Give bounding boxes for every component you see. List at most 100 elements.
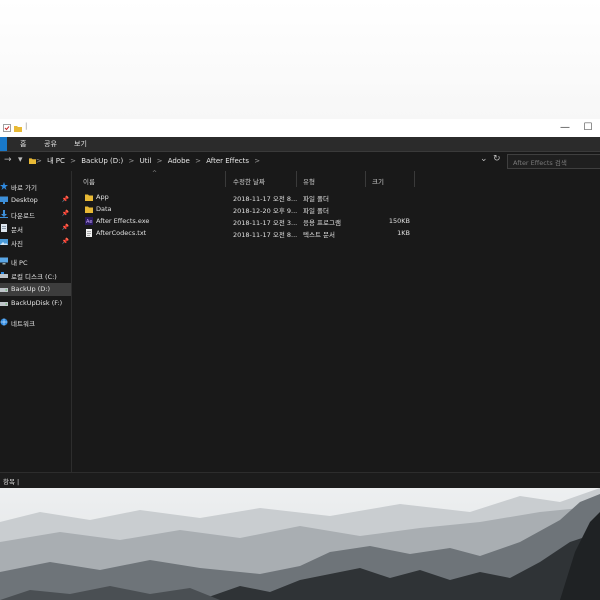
nav-item-label: BackUpDisk (F:) bbox=[11, 299, 63, 307]
status-bar: 항목 | bbox=[0, 472, 600, 488]
file-list: ^ 이름 수정한 날짜 유형 크기 App 2018-11-17 오전 8...… bbox=[74, 170, 600, 472]
address-bar[interactable]: > 내 PC > BackUp (D:) > Util > Adobe > Af… bbox=[28, 154, 492, 168]
file-tab[interactable] bbox=[0, 137, 7, 151]
column-header-size[interactable]: 크기 bbox=[372, 176, 384, 186]
drive-icon bbox=[0, 272, 8, 278]
breadcrumb-separator: > bbox=[128, 157, 135, 165]
file-row[interactable]: AfterCodecs.txt 2018-11-17 오전 8... 텍스트 문… bbox=[74, 228, 454, 240]
picture-icon bbox=[0, 239, 8, 245]
file-name: Data bbox=[96, 205, 112, 213]
file-name: AfterCodecs.txt bbox=[96, 229, 147, 237]
download-icon bbox=[0, 210, 8, 218]
nav-item-downloads[interactable]: 다운로드 📌 bbox=[0, 208, 71, 221]
file-size: 1KB bbox=[397, 229, 410, 237]
nav-item-label: 문서 bbox=[11, 226, 23, 234]
nav-item-documents[interactable]: 문서 📌 bbox=[0, 222, 71, 235]
item-count: 항목 | bbox=[3, 478, 20, 486]
folder-icon bbox=[85, 194, 93, 201]
breadcrumb-separator: > bbox=[254, 157, 261, 165]
nav-item-label: 로컬 디스크 (C:) bbox=[11, 273, 57, 281]
nav-item-desktop[interactable]: Desktop 📌 bbox=[0, 194, 71, 207]
breadcrumb-util[interactable]: Util bbox=[140, 157, 152, 165]
breadcrumb: > 내 PC > BackUp (D:) > Util > Adobe > Af… bbox=[36, 156, 263, 166]
refresh-button[interactable]: ↻ bbox=[493, 154, 501, 164]
pin-icon: 📌 bbox=[61, 196, 69, 203]
exe-icon: Ae bbox=[85, 217, 93, 225]
nav-item-label: 사진 bbox=[11, 240, 23, 248]
breadcrumb-separator: > bbox=[36, 157, 42, 165]
breadcrumb-adobe[interactable]: Adobe bbox=[168, 157, 190, 165]
quick-access-divider: | bbox=[25, 122, 28, 130]
nav-item-backup-d[interactable]: BackUp (D:) bbox=[0, 283, 71, 296]
nav-item-backupdisk-f[interactable]: BackUpDisk (F:) bbox=[0, 297, 71, 310]
properties-icon[interactable] bbox=[3, 124, 11, 132]
file-row[interactable]: App 2018-11-17 오전 8... 파일 폴더 bbox=[74, 192, 454, 204]
file-date: 2018-11-17 오전 3... bbox=[233, 219, 298, 227]
nav-item-pictures[interactable]: 사진 📌 bbox=[0, 236, 71, 249]
file-type: 파일 폴더 bbox=[303, 207, 329, 215]
drive-icon bbox=[0, 302, 8, 306]
folder-icon bbox=[85, 206, 93, 213]
document-icon bbox=[1, 224, 7, 232]
column-header-date[interactable]: 수정한 날짜 bbox=[233, 176, 265, 186]
title-bar: | — ☐ bbox=[0, 119, 600, 137]
file-name: App bbox=[96, 193, 109, 201]
column-header-name[interactable]: 이름 bbox=[83, 176, 95, 186]
recent-locations-button[interactable]: ▾ bbox=[18, 155, 23, 165]
column-divider[interactable] bbox=[225, 171, 226, 187]
tab-home[interactable]: 홈 bbox=[20, 139, 26, 149]
column-divider[interactable] bbox=[296, 171, 297, 187]
breadcrumb-backup-d[interactable]: BackUp (D:) bbox=[81, 157, 123, 165]
pin-icon: 📌 bbox=[61, 238, 69, 245]
nav-item-quick-access[interactable]: 바로 가기 bbox=[0, 180, 71, 193]
new-folder-icon[interactable] bbox=[14, 124, 22, 132]
breadcrumb-after-effects[interactable]: After Effects bbox=[206, 157, 249, 165]
breadcrumb-separator: > bbox=[195, 157, 201, 165]
file-row[interactable]: Data 2018-12-20 오후 9... 파일 폴더 bbox=[74, 204, 454, 216]
file-date: 2018-11-17 오전 8... bbox=[233, 231, 298, 239]
file-size: 150KB bbox=[388, 217, 410, 225]
search-box[interactable]: After Effects 검색 bbox=[507, 154, 600, 169]
mountain-landscape bbox=[0, 482, 600, 600]
file-explorer-window: | — ☐ 홈 공유 보기 → ▾ > 내 PC > BackUp (D:) >… bbox=[0, 119, 600, 488]
address-history-button[interactable]: ⌄ bbox=[480, 154, 488, 164]
pin-icon: 📌 bbox=[61, 210, 69, 217]
nav-item-label: BackUp (D:) bbox=[11, 285, 50, 293]
folder-icon bbox=[29, 158, 36, 164]
forward-button[interactable]: → bbox=[4, 155, 12, 165]
maximize-button[interactable]: ☐ bbox=[581, 121, 595, 135]
nav-item-label: 바로 가기 bbox=[11, 184, 37, 192]
network-icon bbox=[0, 318, 8, 326]
file-type: 응용 프로그램 bbox=[303, 219, 341, 227]
column-header-type[interactable]: 유형 bbox=[303, 176, 315, 186]
address-bar-row: → ▾ > 내 PC > BackUp (D:) > Util > Adobe … bbox=[0, 152, 600, 170]
desktop-icon bbox=[0, 196, 8, 204]
nav-item-network[interactable]: 네트워크 bbox=[0, 316, 71, 329]
column-divider[interactable] bbox=[414, 171, 415, 187]
minimize-button[interactable]: — bbox=[558, 121, 572, 135]
text-file-icon bbox=[86, 229, 92, 237]
breadcrumb-this-pc[interactable]: 내 PC bbox=[47, 157, 65, 165]
computer-icon bbox=[0, 257, 8, 265]
ribbon: 홈 공유 보기 bbox=[0, 137, 600, 152]
file-date: 2018-12-20 오후 9... bbox=[233, 207, 298, 215]
tab-view[interactable]: 보기 bbox=[74, 139, 87, 149]
nav-item-local-disk-c[interactable]: 로컬 디스크 (C:) bbox=[0, 269, 71, 282]
star-icon bbox=[0, 182, 8, 190]
tab-share[interactable]: 공유 bbox=[44, 139, 57, 149]
breadcrumb-separator: > bbox=[70, 157, 76, 165]
nav-item-label: 다운로드 bbox=[11, 212, 35, 220]
nav-item-label: Desktop bbox=[11, 196, 38, 204]
nav-item-label: 내 PC bbox=[11, 259, 28, 267]
pin-icon: 📌 bbox=[61, 224, 69, 231]
column-headers: ^ 이름 수정한 날짜 유형 크기 bbox=[74, 170, 600, 189]
nav-item-this-pc[interactable]: 내 PC bbox=[0, 255, 71, 268]
file-type: 파일 폴더 bbox=[303, 195, 329, 203]
search-placeholder: After Effects 검색 bbox=[513, 159, 567, 167]
file-date: 2018-11-17 오전 8... bbox=[233, 195, 298, 203]
column-divider[interactable] bbox=[365, 171, 366, 187]
file-name: After Effects.exe bbox=[96, 217, 150, 225]
file-row[interactable]: Ae After Effects.exe 2018-11-17 오전 3... … bbox=[74, 216, 454, 228]
breadcrumb-separator: > bbox=[156, 157, 163, 165]
drive-icon bbox=[0, 288, 8, 292]
